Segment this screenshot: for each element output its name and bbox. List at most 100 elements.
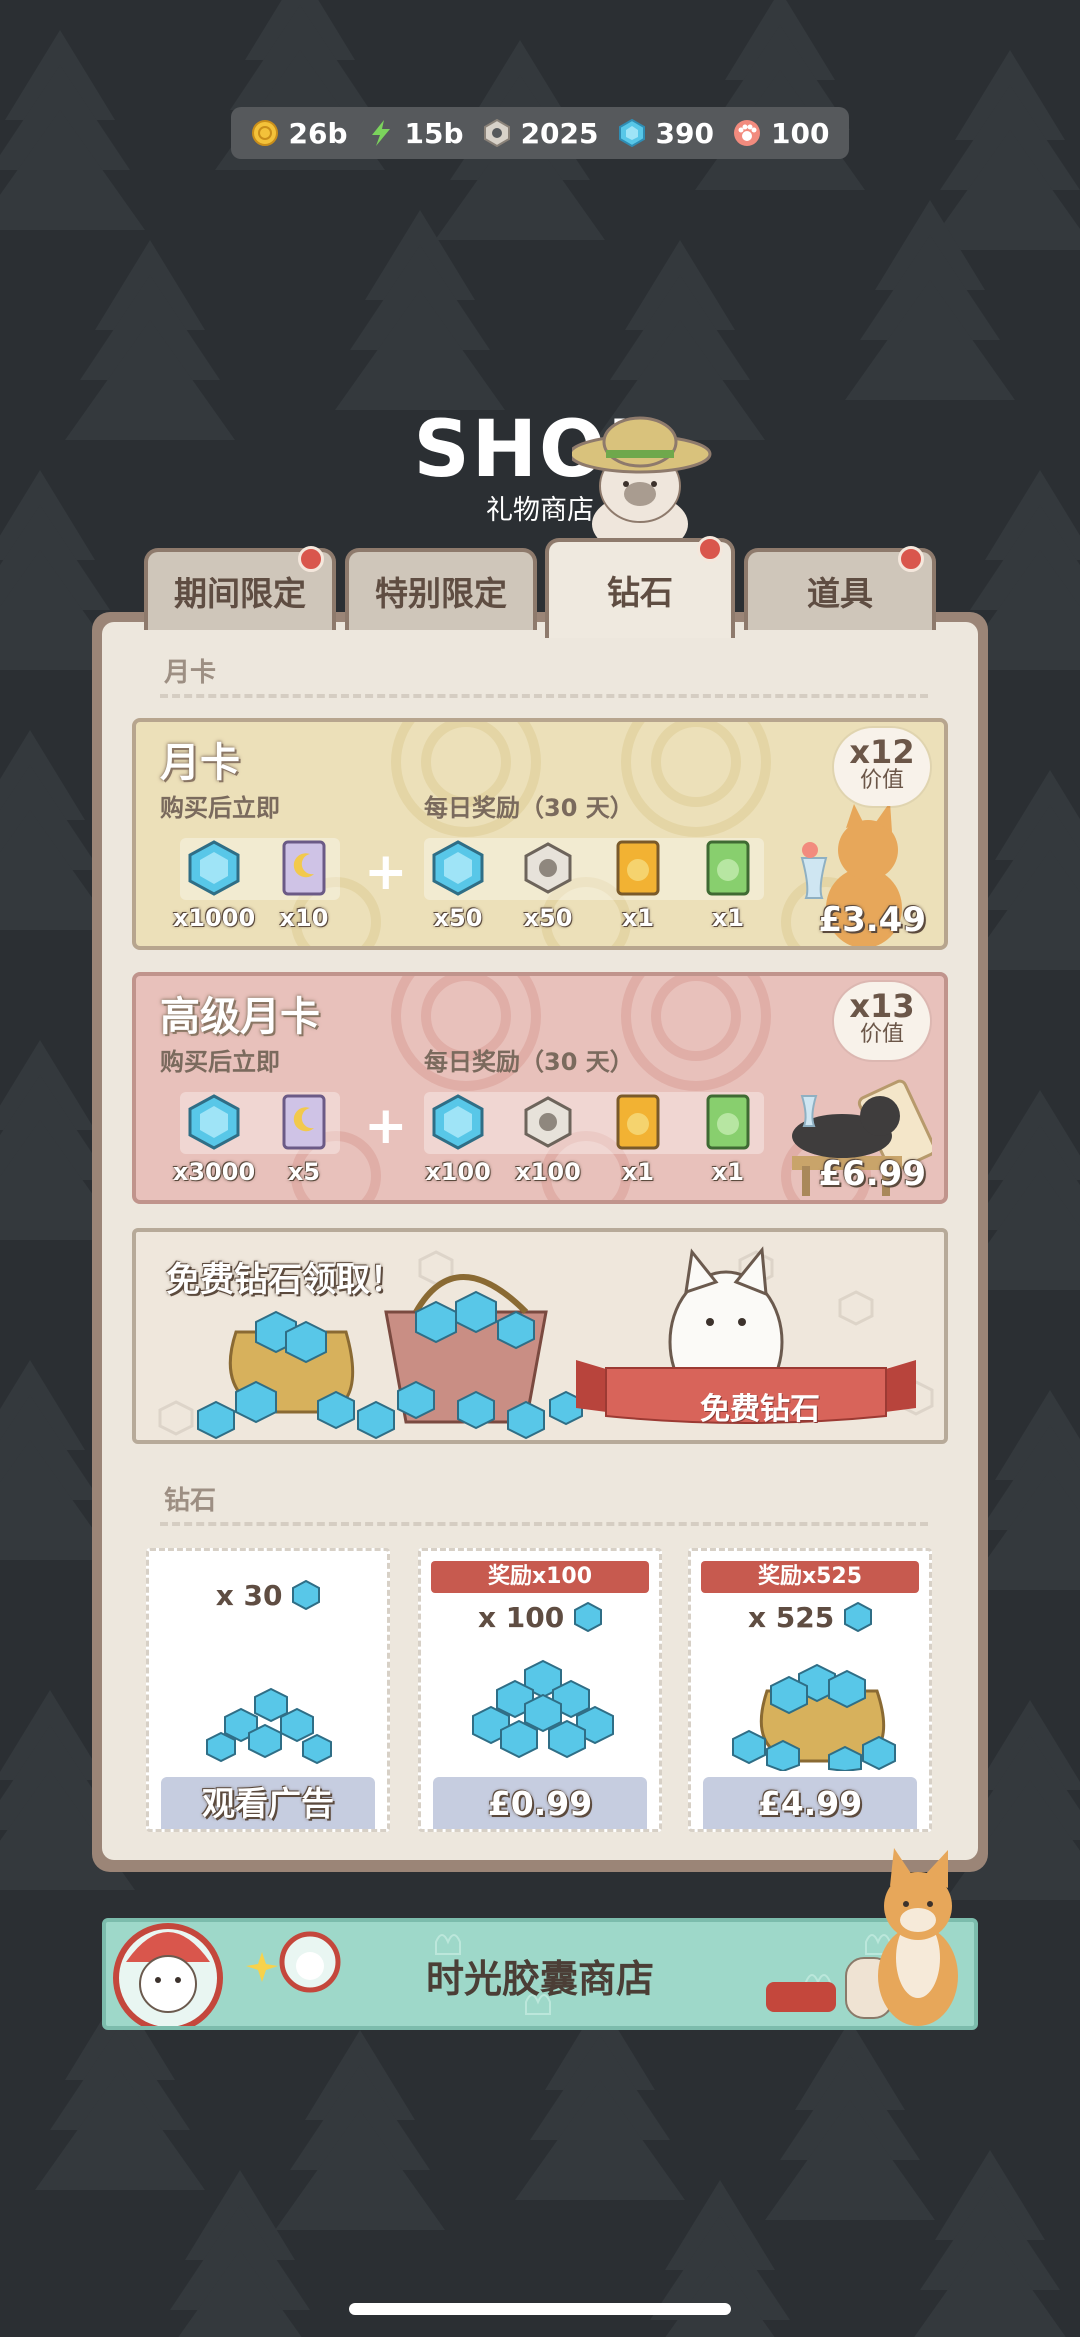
paw-icon [733,120,760,146]
tab-label: 道具 [807,574,873,613]
value-bubble: x13 价值 [834,982,930,1060]
diamond-icon [188,1094,240,1150]
reward-qty: x3000 [172,1158,256,1186]
pack-amount-text: x 100 [477,1601,565,1634]
tab-label: 特别限定 [375,574,507,613]
home-indicator[interactable] [349,2303,731,2315]
pack-amount: x 30 [149,1579,387,1612]
instant-label: 购买后立即 [160,794,280,822]
section-title-monthly: 月卡 [164,658,217,688]
premium-card-title: 高级月卡 [160,994,320,1040]
notification-dot-icon [298,546,324,572]
currency-diamonds[interactable]: 390 [618,117,714,150]
diamond-pack-30[interactable]: x 30 观看广告 [146,1548,390,1832]
instant-label: 购买后立即 [160,1048,280,1076]
reward-orange-ticket: x1 [606,1094,670,1186]
coins-value: 26b [288,116,348,150]
reward-diamond: x1000 [173,840,255,932]
reward-moon-ticket: x10 [272,840,336,932]
orange-ticket-icon [616,840,660,896]
diamond-icon [618,119,645,147]
value-label: 价值 [859,1022,904,1047]
diamond-pack-100[interactable]: 奖励x100 x 100 £0.99 [418,1548,662,1832]
daily-label: 每日奖励（30 天） [424,1048,634,1076]
premium-monthly-card[interactable]: 高级月卡 购买后立即 每日奖励（30 天） x3000 x5 + x100 x1… [132,972,948,1204]
diamond-icon [432,1094,484,1150]
buy-100-button[interactable]: £0.99 [433,1777,647,1829]
time-capsule-label: 时光胶囊商店 [425,1957,654,2001]
pack-amount-text: x 30 [215,1579,283,1612]
currency-bar: 26b 15b 2025 390 100 [231,107,849,159]
monthly-card[interactable]: 月卡 购买后立即 每日奖励（30 天） x1000 x10 + x50 x50 … [132,718,948,950]
tab-limited-time[interactable]: 期间限定 [144,546,336,630]
reward-orange-ticket: x1 [606,840,670,932]
reward-moon-ticket: x5 [272,1094,336,1186]
monthly-card-price[interactable]: £3.49 [818,900,926,940]
value-multiplier: x12 [849,733,915,771]
gear-nut-icon [483,119,510,147]
premium-card-price[interactable]: £6.99 [818,1154,926,1194]
shiba-dog-mascot-icon [878,1848,958,2026]
reward-qty: x1 [711,904,745,932]
free-diamonds-banner[interactable]: 免费钻石领取！ 免费钻石 [132,1228,948,1444]
bonus-badge: 奖励x100 [431,1561,649,1593]
reward-qty: x10 [279,904,329,932]
value-label: 价值 [859,768,904,793]
tab-label: 期间限定 [174,574,306,613]
reward-nut: x50 [516,840,580,932]
tab-items[interactable]: 道具 [744,546,936,630]
tab-special-limited[interactable]: 特别限定 [345,548,537,630]
section-title-diamonds: 钻石 [164,1486,217,1516]
diamond-icon [844,1601,872,1633]
nuts-value: 2025 [520,116,599,150]
time-capsule-shop-button[interactable]: 时光胶囊商店 [102,1918,978,2030]
reward-diamond: x3000 [173,1094,255,1186]
shop-title: SHOP [413,405,667,495]
plus-icon: + [364,1096,408,1156]
diamond-icon [432,840,484,896]
section-divider [160,694,928,698]
reward-diamond: x50 [426,840,490,932]
reward-qty: x50 [433,904,483,932]
free-diamonds-title: 免费钻石领取！ [166,1260,404,1300]
reward-qty: x100 [425,1158,491,1186]
diamond-pack-525[interactable]: 奖励x525 x 525 £4.99 [688,1548,932,1832]
currency-energy[interactable]: 15b [367,117,464,150]
coin-icon [251,120,278,146]
currency-nuts[interactable]: 2025 [483,117,599,150]
notification-dot-icon [697,536,723,562]
section-divider [160,1522,928,1526]
reward-diamond: x100 [425,1094,491,1186]
reward-qty: x1 [621,904,655,932]
reward-qty: x1000 [172,904,256,932]
reward-qty: x1 [621,1158,655,1186]
free-diamonds-button[interactable]: 免费钻石 [668,1384,852,1428]
monthly-card-title: 月卡 [160,740,240,786]
diamond-pile-small-icon [206,1687,332,1765]
reward-qty: x50 [523,904,573,932]
pack-amount: x 525 [691,1601,929,1634]
value-bubble: x12 价值 [834,728,930,806]
reward-green-ticket: x1 [696,840,760,932]
pack-amount: x 100 [421,1601,659,1634]
diamond-pile-medium-icon [472,1659,614,1759]
notification-dot-icon [898,546,924,572]
energy-value: 15b [404,116,464,150]
currency-paws[interactable]: 100 [733,117,829,150]
currency-coins[interactable]: 26b [251,117,348,150]
reward-nut: x100 [515,1094,581,1186]
plus-icon: + [364,842,408,902]
paws-value: 100 [770,116,830,150]
buy-525-button[interactable]: £4.99 [703,1777,917,1829]
moon-ticket-icon [282,840,326,896]
diamonds-value: 390 [655,116,714,150]
watch-ad-button[interactable]: 观看广告 [161,1777,375,1829]
reward-qty: x100 [515,1158,581,1186]
nut-icon [524,842,572,894]
tab-diamonds[interactable]: 钻石 [545,536,735,638]
pack-amount-text: x 525 [747,1601,835,1634]
shop-subtitle: 礼物商店 [486,495,594,526]
diamond-icon [188,840,240,896]
green-ticket-icon [706,1094,750,1150]
green-ticket-icon [706,840,750,896]
